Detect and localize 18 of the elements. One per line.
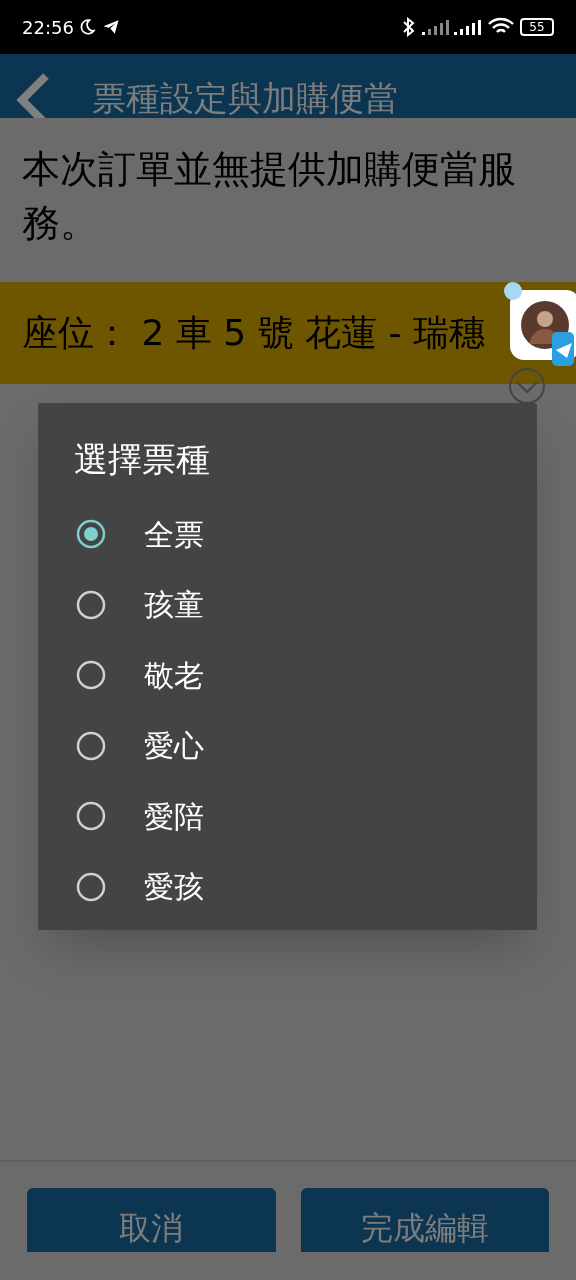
page-title: 票種設定與加購便當 bbox=[92, 78, 398, 118]
chevron-down-icon[interactable] bbox=[508, 367, 546, 405]
signal-icon bbox=[454, 18, 482, 36]
radio-option[interactable]: 全票 bbox=[38, 499, 537, 570]
signal-icon bbox=[422, 18, 450, 36]
status-time: 22:56 bbox=[22, 15, 74, 40]
seat-text: 座位： 2 車 5 號 花蓮 - 瑞穗 bbox=[22, 311, 485, 355]
radio-option[interactable]: 愛孩 bbox=[38, 851, 537, 922]
send-icon bbox=[101, 18, 120, 36]
radio-option[interactable]: 愛陪 bbox=[38, 781, 537, 852]
radio-option[interactable]: 孩童 bbox=[38, 569, 537, 640]
notice-text: 本次訂單並無提供加購便當服務。 bbox=[21, 146, 517, 247]
battery-indicator: 55 bbox=[520, 18, 554, 36]
radio-option[interactable]: 敬老 bbox=[38, 640, 537, 711]
send-icon bbox=[552, 332, 574, 366]
dialog-title: 選擇票種 bbox=[73, 438, 211, 481]
bluetooth-icon bbox=[402, 17, 416, 37]
radio-option[interactable]: 愛心 bbox=[38, 710, 537, 781]
